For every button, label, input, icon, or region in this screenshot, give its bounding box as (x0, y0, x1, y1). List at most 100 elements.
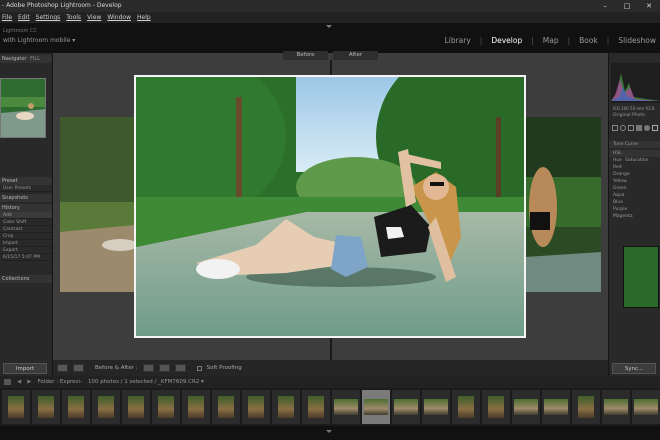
filmstrip-thumbnail[interactable] (152, 390, 180, 424)
copy-before-after-button[interactable] (158, 364, 170, 372)
module-separator: | (531, 36, 534, 45)
menu-help[interactable]: Help (137, 12, 151, 23)
history-item[interactable]: Export (0, 247, 52, 254)
module-develop[interactable]: Develop (491, 36, 522, 45)
back-arrow-icon[interactable]: ◀ (17, 379, 21, 385)
hsl-slider[interactable]: Magenta (609, 213, 660, 220)
hsl-slider[interactable]: Green (609, 185, 660, 192)
module-map[interactable]: Map (543, 36, 559, 45)
maximize-icon[interactable]: □ (616, 0, 638, 12)
identity-line2[interactable]: with Lightroom mobile ▾ (3, 37, 75, 44)
hsl-slider[interactable]: Aqua (609, 192, 660, 199)
module-library[interactable]: Library (445, 36, 471, 45)
menu-settings[interactable]: Settings (36, 12, 61, 23)
history-item[interactable]: Crop (0, 233, 52, 240)
bottom-panel-toggle-icon[interactable] (326, 430, 332, 433)
hsl-slider[interactable]: Red (609, 164, 660, 171)
navigator-preview[interactable] (0, 78, 46, 138)
module-slideshow[interactable]: Slideshow (618, 36, 656, 45)
menu-window[interactable]: Window (107, 12, 131, 23)
before-image-graphic (60, 117, 135, 292)
filmstrip-thumbnail[interactable] (2, 390, 30, 424)
hsl-tab-hue[interactable]: Hue (613, 157, 622, 164)
loupe-view-button[interactable] (57, 364, 68, 372)
filmstrip-thumbnail[interactable] (182, 390, 210, 424)
graduated-filter-icon[interactable] (636, 125, 642, 131)
filmstrip-thumbnail[interactable] (362, 390, 390, 424)
menu-tools[interactable]: Tools (66, 12, 81, 23)
hsl-tabs: Hue Saturation (609, 157, 660, 164)
filmstrip-thumbnail[interactable] (452, 390, 480, 424)
history-item[interactable]: Color Shift (0, 219, 52, 226)
navigator-header[interactable]: Navigator FILL (0, 55, 52, 63)
forward-arrow-icon[interactable]: ▶ (27, 379, 31, 385)
history-item[interactable]: Contrast (0, 226, 52, 233)
grid-view-icon[interactable] (4, 379, 11, 385)
list-item[interactable]: User Presets (0, 185, 52, 192)
hsl-header[interactable]: HSL (609, 150, 660, 157)
histogram[interactable] (611, 63, 660, 103)
filmstrip-thumbnail[interactable] (332, 390, 360, 424)
menu-file[interactable]: File (2, 12, 12, 23)
filmstrip-thumbnail[interactable] (272, 390, 300, 424)
collections-header[interactable]: Collections (0, 275, 52, 283)
photo-count-label[interactable]: 100 photos / 1 selected / _KFM7609.CR2 ▾ (88, 379, 204, 385)
filmstrip-thumbnail[interactable] (572, 390, 600, 424)
filmstrip-thumbnail[interactable] (62, 390, 90, 424)
sync-button[interactable]: Sync... (612, 363, 656, 374)
hsl-tab-saturation[interactable]: Saturation (625, 157, 648, 164)
red-eye-icon[interactable] (628, 125, 634, 131)
swap-before-after-button[interactable] (142, 364, 154, 372)
source-label[interactable]: Folder : Expresi- (37, 379, 81, 385)
menu-view[interactable]: View (87, 12, 101, 23)
filmstrip-thumbnail-image (424, 399, 448, 415)
filmstrip-thumbnail[interactable] (92, 390, 120, 424)
history-item[interactable]: Import (0, 240, 52, 247)
filmstrip-thumbnail-image (634, 399, 658, 415)
filmstrip-thumbnail[interactable] (602, 390, 630, 424)
menu-edit[interactable]: Edit (18, 12, 30, 23)
before-image[interactable] (60, 117, 135, 292)
filmstrip-thumbnail[interactable] (632, 390, 660, 424)
before-after-view-button[interactable] (73, 364, 84, 372)
soft-proofing-checkbox[interactable] (196, 365, 202, 371)
filmstrip-thumbnail[interactable] (212, 390, 240, 424)
minimize-icon[interactable]: – (594, 0, 616, 12)
filmstrip-thumbnail[interactable] (482, 390, 510, 424)
original-photo-toggle[interactable]: Original Photo (609, 112, 660, 119)
filmstrip-thumbnail[interactable] (242, 390, 270, 424)
filmstrip-thumbnail-image (604, 399, 628, 415)
hsl-slider[interactable]: Blue (609, 199, 660, 206)
filmstrip-thumbnail[interactable] (512, 390, 540, 424)
hsl-slider-label: Red (613, 165, 622, 170)
filmstrip-thumbnail[interactable] (392, 390, 420, 424)
main-photo[interactable] (134, 75, 526, 338)
hsl-slider[interactable]: Yellow (609, 178, 660, 185)
top-panel-toggle-icon[interactable] (326, 25, 332, 28)
filmstrip-thumbnail[interactable] (122, 390, 150, 424)
close-icon[interactable]: ✕ (638, 0, 660, 12)
radial-filter-icon[interactable] (644, 125, 650, 131)
navigator-fit[interactable]: FILL (30, 56, 40, 62)
history-header[interactable]: History (0, 204, 52, 212)
presets-header[interactable]: Preset (0, 177, 52, 185)
filmstrip-thumbnail[interactable] (32, 390, 60, 424)
tone-curve-header[interactable]: Tone Curve (609, 141, 660, 148)
module-book[interactable]: Book (579, 36, 598, 45)
swap-settings-button[interactable] (174, 364, 186, 372)
snapshots-header[interactable]: Snapshots (0, 194, 52, 202)
spot-removal-icon[interactable] (620, 125, 626, 131)
history-item[interactable]: Add (0, 212, 52, 219)
import-button[interactable]: Import (3, 363, 47, 374)
filmstrip-thumbnail[interactable] (422, 390, 450, 424)
crop-tool-icon[interactable] (612, 125, 618, 131)
history-item-label: Color Shift (3, 220, 27, 225)
brush-icon[interactable] (652, 125, 658, 131)
after-image[interactable] (525, 117, 601, 292)
hsl-slider[interactable]: Orange (609, 171, 660, 178)
hsl-slider-label: Yellow (613, 179, 627, 184)
filmstrip-thumbnail[interactable] (302, 390, 330, 424)
hsl-slider[interactable]: Purple (609, 206, 660, 213)
filmstrip-thumbnail-image (158, 396, 174, 418)
filmstrip-thumbnail[interactable] (542, 390, 570, 424)
